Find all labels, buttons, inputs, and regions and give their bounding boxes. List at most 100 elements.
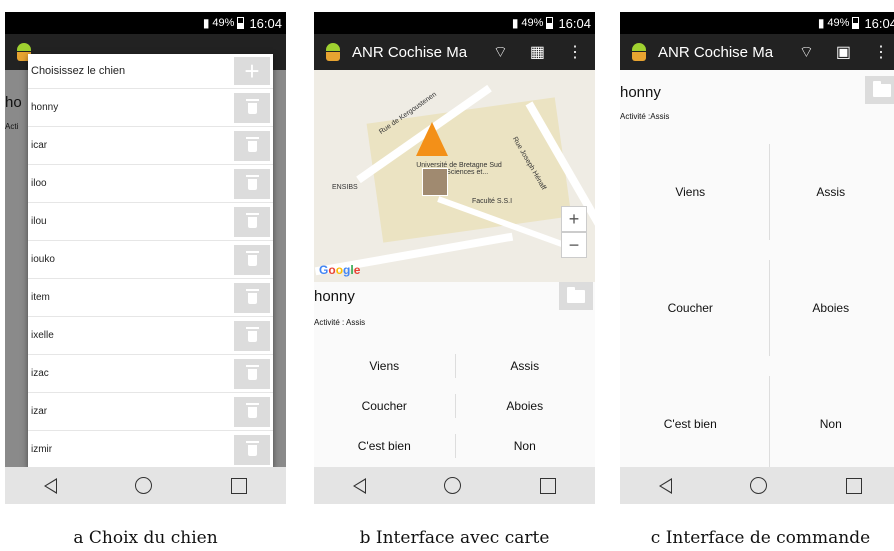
delete-dog-button[interactable] [234, 169, 270, 199]
command-button[interactable]: Viens [620, 134, 761, 250]
command-button[interactable]: Assis [761, 134, 894, 250]
trash-icon [245, 250, 259, 266]
divider [454, 354, 456, 378]
poi-label: ENSIBS [332, 184, 358, 191]
app-title: ANR Cochise Ma [658, 43, 774, 61]
open-folder-button[interactable] [865, 76, 894, 104]
dog-list-item[interactable]: izar [28, 392, 273, 430]
command-row: C'est bien Non [620, 366, 894, 482]
dog-name-label: izmir [31, 444, 53, 455]
command-button[interactable]: Aboies [455, 386, 596, 426]
command-button[interactable]: Coucher [314, 386, 455, 426]
command-row: C'est bien Non [314, 426, 595, 466]
delete-dog-button[interactable] [234, 245, 270, 275]
dog-name: honny [620, 84, 661, 101]
command-grid: Viens Assis Coucher Aboies C'est bien Non [620, 134, 894, 472]
zoom-in-button[interactable]: + [561, 206, 587, 232]
divider [768, 260, 770, 356]
back-icon[interactable] [659, 477, 673, 494]
delete-dog-button[interactable] [234, 93, 270, 123]
command-button[interactable]: Assis [455, 346, 596, 386]
dog-list-item[interactable]: item [28, 278, 273, 316]
trash-icon [245, 288, 259, 304]
action-bar: ANR Cochise Ma ⌔ ▣ ⋮ [620, 34, 894, 70]
delete-dog-button[interactable] [234, 321, 270, 351]
trash-icon [245, 212, 259, 228]
status-bar: ▮ 49% 16:04 [5, 12, 286, 34]
home-icon[interactable] [750, 477, 768, 494]
command-button[interactable]: Non [761, 366, 894, 482]
navigation-bar [620, 467, 894, 504]
dog-list-item[interactable]: izmir [28, 430, 273, 468]
home-icon[interactable] [135, 477, 153, 494]
command-row: Viens Assis [314, 346, 595, 386]
folder-icon [873, 80, 891, 97]
google-logo: Google [319, 263, 361, 277]
phone-screen-commands: ▮ 49% 16:04 ANR Cochise Ma ⌔ ▣ ⋮ honny A… [620, 12, 894, 504]
command-button[interactable]: Viens [314, 346, 455, 386]
trash-icon [245, 136, 259, 152]
open-folder-button[interactable] [559, 282, 593, 310]
divider [454, 394, 456, 418]
dog-name-label: honny [31, 102, 59, 113]
battery-percent: 49% [521, 17, 544, 29]
trash-icon [245, 326, 259, 342]
command-row: Viens Assis [620, 134, 894, 250]
wifi-icon[interactable]: ⌔ [799, 42, 814, 62]
add-dog-button[interactable]: + [234, 55, 270, 86]
dog-list-item[interactable]: iloo [28, 164, 273, 202]
signal-icon: ▮ [817, 16, 825, 30]
delete-dog-button[interactable] [234, 207, 270, 237]
clock: 16:04 [249, 15, 282, 31]
phone-screen-choose-dog: ▮ 49% 16:04 ho Acti Choisissez le chien … [5, 12, 286, 504]
map-view[interactable]: Rue de Kergoustenen Rue Joseph Hénaff Un… [314, 70, 595, 282]
back-icon[interactable] [353, 477, 367, 494]
back-icon[interactable] [44, 477, 58, 494]
divider [454, 434, 456, 458]
recent-apps-icon[interactable] [845, 477, 862, 494]
dog-list-item[interactable]: honny [28, 88, 273, 126]
dog-name: ho [5, 94, 22, 111]
home-icon[interactable] [444, 477, 462, 494]
delete-dog-button[interactable] [234, 397, 270, 427]
zoom-out-button[interactable]: − [561, 232, 587, 258]
battery-percent: 49% [827, 17, 850, 29]
command-button[interactable]: Non [455, 426, 596, 466]
dog-name-label: item [31, 292, 50, 303]
dog-photo-marker[interactable] [422, 168, 448, 196]
clock: 16:04 [864, 15, 894, 31]
battery-percent: 49% [212, 17, 235, 29]
dog-name-label: izar [31, 406, 48, 417]
dog-list-item[interactable]: ilou [28, 202, 273, 240]
overflow-menu-icon[interactable]: ⋮ [873, 42, 889, 62]
clock: 16:04 [558, 15, 591, 31]
delete-dog-button[interactable] [234, 359, 270, 389]
wifi-icon[interactable]: ⌔ [493, 42, 508, 62]
trash-icon [245, 98, 259, 114]
recent-apps-icon[interactable] [230, 477, 247, 494]
add-icon: + [244, 55, 260, 86]
trash-icon [245, 440, 259, 456]
location-marker-icon [416, 122, 448, 156]
grid-icon[interactable]: ▦ [530, 42, 545, 62]
dog-list-item[interactable]: iouko [28, 240, 273, 278]
overflow-menu-icon[interactable]: ⋮ [567, 42, 583, 62]
poi-label: Faculté S.S.I [472, 198, 513, 205]
delete-dog-button[interactable] [234, 435, 270, 465]
delete-dog-button[interactable] [234, 131, 270, 161]
delete-dog-button[interactable] [234, 283, 270, 313]
command-button[interactable]: Aboies [761, 250, 894, 366]
status-bar: ▮ 49% 16:04 [314, 12, 595, 34]
command-button[interactable]: C'est bien [314, 426, 455, 466]
command-button[interactable]: C'est bien [620, 366, 761, 482]
command-row: Coucher Aboies [620, 250, 894, 366]
dog-list-item[interactable]: icar [28, 126, 273, 164]
dog-name-label: iouko [31, 254, 55, 265]
dog-list-item[interactable]: ixelle [28, 316, 273, 354]
recent-apps-icon[interactable] [539, 477, 556, 494]
map-icon[interactable]: ▣ [836, 42, 851, 62]
dog-list: honny icar iloo ilou iouko item ixelle izac izar… [28, 88, 273, 468]
dog-list-item[interactable]: izac [28, 354, 273, 392]
command-button[interactable]: Coucher [620, 250, 761, 366]
action-bar: ANR Cochise Ma ⌔ ▦ ⋮ [314, 34, 595, 70]
